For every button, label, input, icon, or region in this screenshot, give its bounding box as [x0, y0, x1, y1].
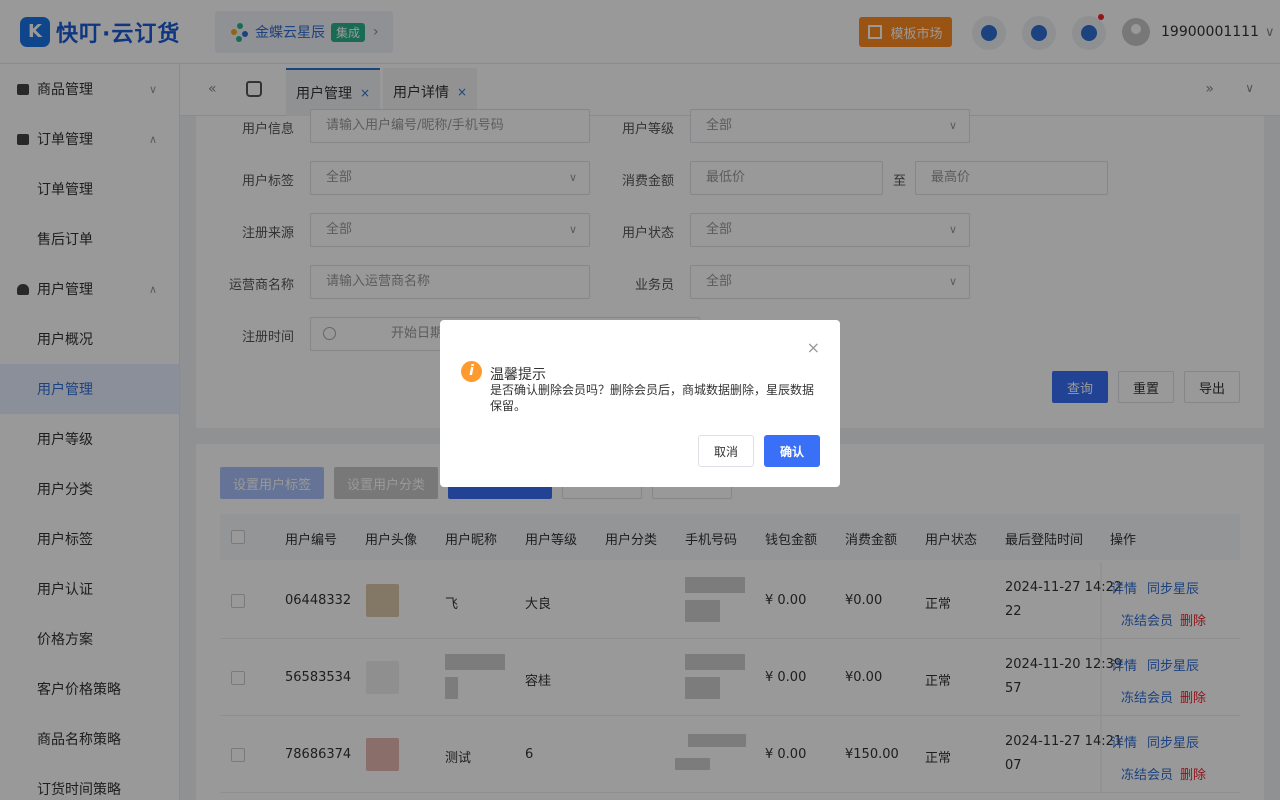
cancel-button[interactable]: 取消: [698, 435, 754, 467]
confirm-dialog: × i 温馨提示 是否确认删除会员吗？删除会员后，商城数据删除，星辰数据保留。 …: [440, 320, 840, 487]
close-icon[interactable]: ×: [807, 338, 820, 357]
dialog-title: 温馨提示: [490, 367, 546, 383]
warning-icon: i: [461, 361, 482, 382]
dialog-message: 是否确认删除会员吗？删除会员后，商城数据删除，星辰数据保留。: [490, 383, 815, 413]
confirm-button[interactable]: 确认: [764, 435, 820, 467]
